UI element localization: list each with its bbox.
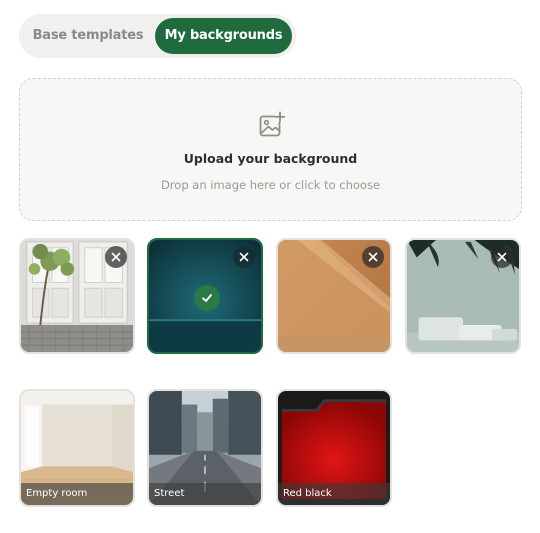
background-thumb-warm-wall[interactable] bbox=[276, 238, 392, 354]
background-thumb-palm-podium[interactable] bbox=[405, 238, 521, 354]
image-plus-icon bbox=[259, 111, 286, 137]
template-label: Red black bbox=[278, 483, 390, 505]
template-label: Empty room bbox=[21, 483, 133, 505]
remove-background-button[interactable] bbox=[233, 246, 255, 268]
tab-my-backgrounds[interactable]: My backgrounds bbox=[155, 18, 292, 54]
tab-switcher: Base templates My backgrounds bbox=[19, 14, 296, 58]
remove-background-button[interactable] bbox=[362, 246, 384, 268]
tab-base-templates[interactable]: Base templates bbox=[23, 18, 153, 54]
upload-dropzone[interactable]: Upload your background Drop an image her… bbox=[19, 78, 522, 221]
template-thumb-street[interactable]: Street bbox=[147, 389, 263, 507]
close-icon bbox=[239, 252, 249, 262]
background-thumb-vintage-doors[interactable] bbox=[19, 238, 135, 354]
remove-background-button[interactable] bbox=[105, 246, 127, 268]
remove-background-button[interactable] bbox=[491, 246, 513, 268]
template-thumb-red-black[interactable]: Red black bbox=[276, 389, 392, 507]
selected-check bbox=[194, 285, 220, 311]
upload-title: Upload your background bbox=[183, 151, 358, 166]
template-label: Street bbox=[149, 483, 261, 505]
close-icon bbox=[111, 252, 121, 262]
upload-subtitle: Drop an image here or click to choose bbox=[160, 178, 381, 192]
template-thumb-empty-room[interactable]: Empty room bbox=[19, 389, 135, 507]
background-thumb-teal-stage[interactable] bbox=[147, 238, 263, 354]
close-icon bbox=[497, 252, 507, 262]
close-icon bbox=[368, 252, 378, 262]
checkmark-icon bbox=[202, 294, 212, 302]
